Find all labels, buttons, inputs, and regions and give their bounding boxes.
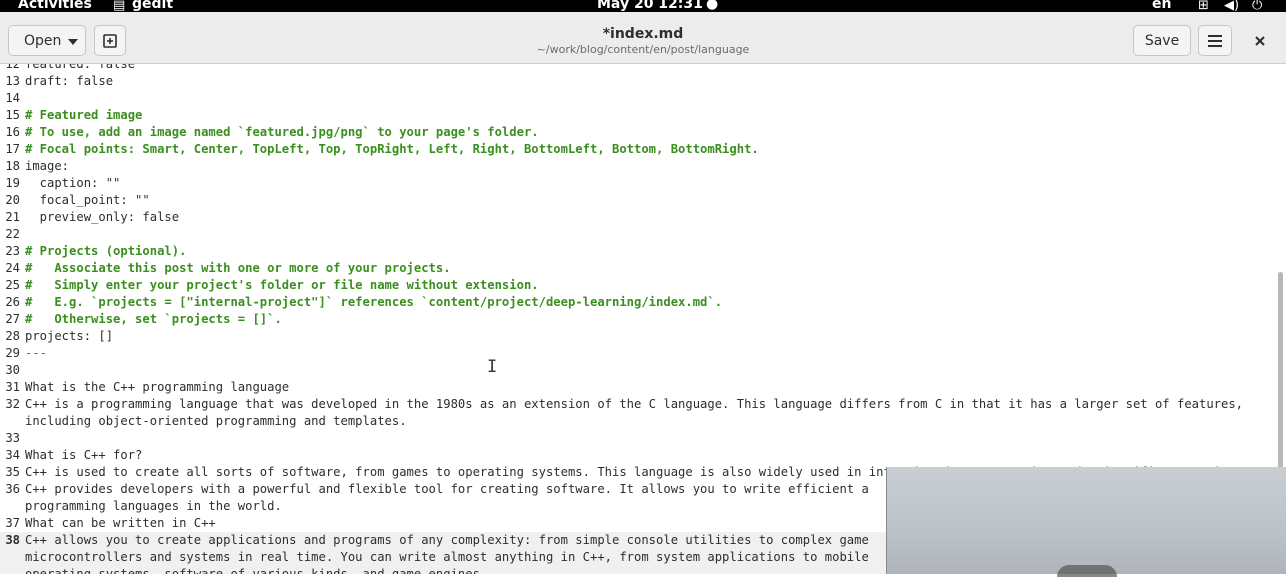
editor-line[interactable]: 15 # Featured image xyxy=(0,107,1286,124)
line-text: # Simply enter your project's folder or … xyxy=(25,278,539,292)
document-path: ~/work/blog/content/en/post/language xyxy=(536,43,750,56)
clock[interactable]: May 20 12:31 xyxy=(597,0,703,12)
line-number: 13 xyxy=(5,74,20,88)
line-text: programming languages in the world. xyxy=(25,499,282,513)
line-text: including object-oriented programming an… xyxy=(25,414,407,428)
editor-line[interactable]: 23 # Projects (optional). xyxy=(0,243,1286,260)
editor-line[interactable]: 32 C++ is a programming language that was… xyxy=(0,396,1286,413)
line-text: focal_point: "" xyxy=(25,193,150,207)
line-text: C++ allows you to create applications an… xyxy=(25,533,869,547)
line-text: preview_only: false xyxy=(25,210,180,224)
editor-line[interactable]: 21 preview_only: false xyxy=(0,209,1286,226)
line-text: caption: "" xyxy=(25,176,121,190)
line-text: featured: false xyxy=(25,64,136,71)
line-number: 22 xyxy=(5,227,20,241)
line-text: # To use, add an image named `featured.j… xyxy=(25,125,539,139)
editor-line[interactable]: 20 focal_point: "" xyxy=(0,192,1286,209)
video-overlay xyxy=(886,467,1286,577)
editor-line[interactable]: 28 projects: [] xyxy=(0,328,1286,345)
line-number: 27 xyxy=(5,312,20,326)
line-text: image: xyxy=(25,159,70,173)
line-number: 29 xyxy=(5,346,20,360)
editor-line[interactable]: 18 image: xyxy=(0,158,1286,175)
editor-line[interactable]: 27 # Otherwise, set `projects = []`. xyxy=(0,311,1286,328)
editor-line[interactable]: 26 # E.g. `projects = ["internal-project"… xyxy=(0,294,1286,311)
line-text: draft: false xyxy=(25,74,114,88)
editor-line[interactable]: 25 # Simply enter your project's folder o… xyxy=(0,277,1286,294)
editor-line[interactable]: 31 What is the C++ programming language xyxy=(0,379,1286,396)
line-text: C++ is a programming language that was d… xyxy=(25,397,1244,411)
editor-line[interactable]: 19 caption: "" xyxy=(0,175,1286,192)
line-number: 32 xyxy=(5,397,20,411)
document-title: *index.md xyxy=(602,26,684,42)
system-top-bar: Activities ▤ gedit May 20 12:31 ● en ⊞ ◀… xyxy=(0,0,1286,12)
line-number: 18 xyxy=(5,159,20,173)
editor-line[interactable]: 30 xyxy=(0,362,1286,379)
editor-line[interactable]: 29 --- xyxy=(0,345,1286,362)
line-text: # Associate this post with one or more o… xyxy=(25,261,451,275)
gedit-app-icon: ▤ xyxy=(113,0,126,12)
line-text: What can be written in C++ xyxy=(25,516,216,530)
editor-line[interactable]: 24 # Associate this post with one or more… xyxy=(0,260,1286,277)
line-number: 25 xyxy=(5,278,20,292)
line-number: 31 xyxy=(5,380,20,394)
line-number: 14 xyxy=(5,91,20,105)
app-menu-gedit[interactable]: gedit xyxy=(132,0,173,12)
line-number: 21 xyxy=(5,210,20,224)
line-text: What is C++ for? xyxy=(25,448,143,462)
editor-line[interactable]: 17 # Focal points: Smart, Center, TopLeft… xyxy=(0,141,1286,158)
line-number: 17 xyxy=(5,142,20,156)
header-bar: Open *index.md ~/work/blog/content/en/po… xyxy=(0,12,1286,64)
line-number: 36 xyxy=(5,482,20,496)
line-number: 12 xyxy=(5,64,20,71)
line-text: # Featured image xyxy=(25,108,143,122)
text-cursor-icon: I xyxy=(487,357,498,377)
editor-line[interactable]: 34 What is C++ for? xyxy=(0,447,1286,464)
power-icon[interactable]: ⏻ xyxy=(1252,0,1262,12)
editor-line[interactable]: 12 featured: false xyxy=(0,64,1286,73)
hamburger-menu-icon xyxy=(1208,34,1222,47)
save-button-label: Save xyxy=(1144,32,1180,49)
editor-line[interactable]: including object-oriented programming an… xyxy=(0,413,1286,430)
line-text: # Projects (optional). xyxy=(25,244,187,258)
line-number: 28 xyxy=(5,329,20,343)
line-number: 38 xyxy=(5,533,20,547)
hamburger-menu-button[interactable] xyxy=(1198,25,1232,56)
editor-line[interactable]: 13 draft: false xyxy=(0,73,1286,90)
line-text: # E.g. `projects = ["internal-project"]`… xyxy=(25,295,723,309)
line-number: 19 xyxy=(5,176,20,190)
line-number: 35 xyxy=(5,465,20,479)
overlay-figure xyxy=(1057,565,1117,577)
activities-button[interactable]: Activities xyxy=(18,0,92,12)
line-number: 26 xyxy=(5,295,20,309)
line-text: # Otherwise, set `projects = []`. xyxy=(25,312,282,326)
line-number: 34 xyxy=(5,448,20,462)
line-text: What is the C++ programming language xyxy=(25,380,290,394)
editor-line[interactable]: 16 # To use, add an image named `featured… xyxy=(0,124,1286,141)
editor-line[interactable]: 33 xyxy=(0,430,1286,447)
volume-icon[interactable]: ◀) xyxy=(1224,0,1239,12)
line-number: 33 xyxy=(5,431,20,445)
editor-line[interactable]: 22 xyxy=(0,226,1286,243)
notification-dot: ● xyxy=(706,0,719,12)
line-text: operating systems, software of various k… xyxy=(25,567,488,574)
close-icon xyxy=(1255,35,1265,46)
line-text: C++ provides developers with a powerful … xyxy=(25,482,869,496)
input-language-indicator[interactable]: en xyxy=(1152,0,1171,12)
line-number: 37 xyxy=(5,516,20,530)
line-text: projects: [] xyxy=(25,329,114,343)
line-number: 16 xyxy=(5,125,20,139)
save-button[interactable]: Save xyxy=(1133,25,1191,56)
network-icon[interactable]: ⊞ xyxy=(1198,0,1209,12)
line-text: # Focal points: Smart, Center, TopLeft, … xyxy=(25,142,759,156)
close-window-button[interactable] xyxy=(1245,25,1275,56)
line-number: 15 xyxy=(5,108,20,122)
line-number: 20 xyxy=(5,193,20,207)
line-number: 23 xyxy=(5,244,20,258)
line-number: 24 xyxy=(5,261,20,275)
line-text: --- xyxy=(25,346,48,360)
editor-line[interactable]: 14 xyxy=(0,90,1286,107)
line-number: 30 xyxy=(5,363,20,377)
line-text: microcontrollers and systems in real tim… xyxy=(25,550,869,564)
